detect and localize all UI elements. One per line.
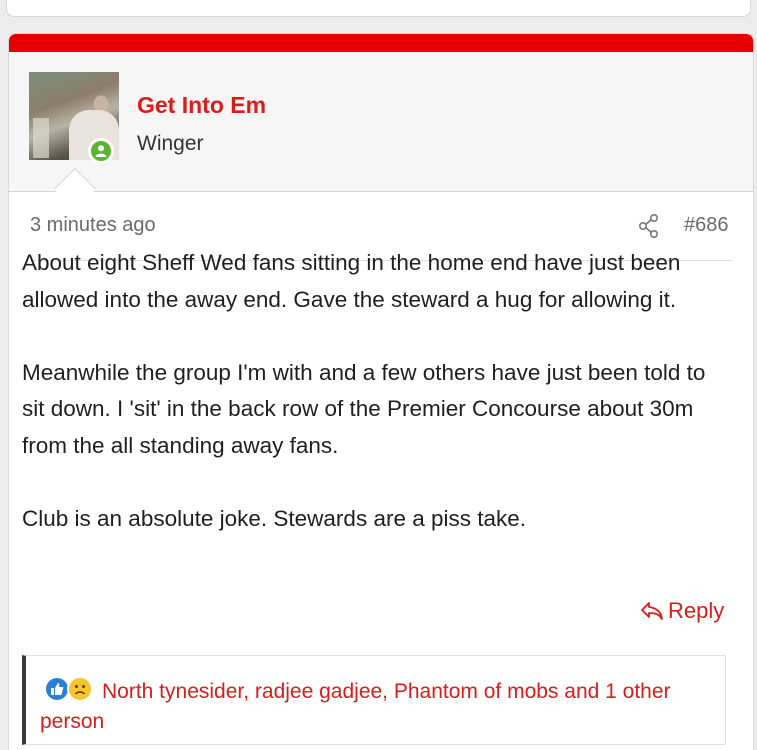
user-block: Get Into Em Winger [9, 52, 753, 211]
post-top-bar [9, 34, 753, 52]
reaction-users-link[interactable]: North tynesider, radjee gadjee, Phantom … [102, 674, 722, 710]
post-paragraph: About eight Sheff Wed fans sitting in th… [22, 250, 681, 312]
post-time[interactable]: 3 minutes ago [30, 214, 156, 237]
post-paragraph: Meanwhile the group I'm with and a few o… [22, 359, 706, 458]
post-number-link[interactable]: #686 [684, 214, 729, 237]
online-status-icon [88, 138, 114, 164]
reply-label: Reply [668, 598, 725, 623]
share-icon[interactable] [638, 214, 660, 238]
reply-icon [641, 602, 663, 620]
user-icon [95, 145, 107, 157]
username[interactable]: Get Into Em [137, 92, 266, 119]
sad-icon [67, 676, 93, 702]
reactions-bar[interactable]: North tynesider, radjee gadjee, Phantom … [22, 655, 726, 745]
reply-button[interactable]: Reply [640, 598, 724, 624]
previous-post-card [6, 0, 751, 17]
post-body: About eight Sheff Wed fans sitting in th… [22, 245, 732, 574]
reaction-icons [44, 676, 96, 702]
reaction-users-overflow[interactable]: person [40, 710, 104, 734]
post-paragraph: Club is an absolute joke. Stewards are a… [22, 505, 527, 531]
user-title: Winger [137, 132, 204, 155]
